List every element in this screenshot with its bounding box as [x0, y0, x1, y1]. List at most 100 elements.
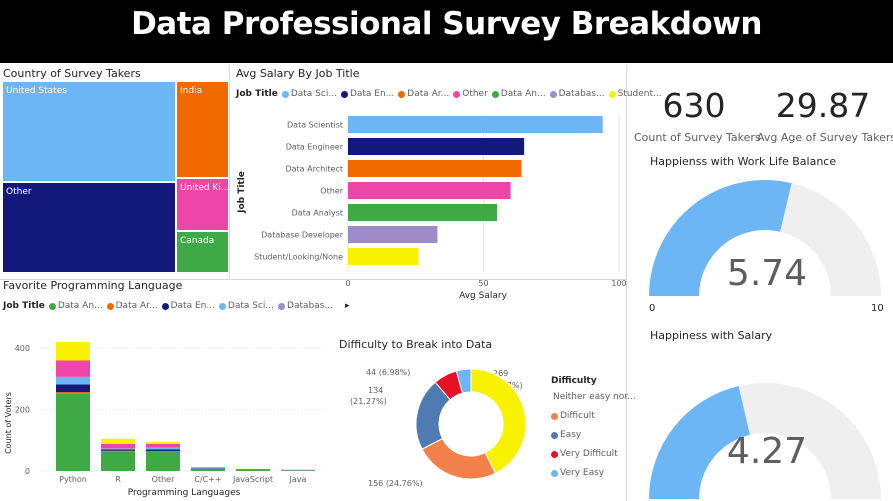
bar-segment[interactable]: [236, 468, 270, 470]
x-tick-label: C/C++: [194, 475, 221, 484]
legend-dot-icon: [551, 431, 558, 439]
y-tick-label: 0: [25, 467, 30, 476]
bar-segment[interactable]: [56, 376, 90, 378]
y-tick-label: Data Architect: [285, 165, 343, 174]
treemap-title: Country of Survey Takers: [3, 67, 141, 80]
legend-label: Very Difficult: [560, 449, 618, 459]
legend-dot-icon: [340, 90, 348, 98]
legend-item[interactable]: Data An...: [491, 89, 546, 99]
bar-segment[interactable]: [146, 447, 180, 450]
bar-segment[interactable]: [191, 467, 225, 468]
gauge-salary-title: Happiness with Salary: [650, 329, 773, 342]
legend-item[interactable]: Data Sci...: [218, 301, 275, 311]
legend-item[interactable]: Data Ar...: [398, 89, 449, 99]
treemap-label: Other: [6, 187, 32, 197]
legend-item[interactable]: Databas...: [278, 301, 333, 311]
legend-label: Difficult: [560, 411, 595, 421]
donut-label-difficult: 156 (24.76%): [368, 479, 423, 488]
work-life-balance-gauge[interactable]: 5.74 0 10: [640, 170, 890, 320]
bar-segment[interactable]: [281, 469, 315, 471]
bar-segment[interactable]: [146, 451, 180, 452]
legend-item[interactable]: Data An...: [48, 301, 103, 311]
treemap-cell-united-kingdom[interactable]: United Ki...: [176, 178, 229, 231]
treemap-cell-other[interactable]: Other: [2, 182, 176, 273]
bar[interactable]: [348, 248, 419, 265]
bar-segment[interactable]: [191, 467, 225, 469]
treemap-cell-india[interactable]: India: [176, 81, 229, 178]
bar-segment[interactable]: [191, 468, 225, 471]
salary-bar-chart[interactable]: Job Title Avg Salary 0 50 100 Data Scientis…: [232, 104, 626, 304]
y-tick-label: Database Developer: [261, 231, 344, 240]
bar[interactable]: [348, 116, 603, 133]
bar[interactable]: [348, 204, 498, 221]
treemap-label: United Ki...: [180, 183, 230, 193]
bar[interactable]: [348, 182, 511, 199]
legend-scroll-arrow-icon[interactable]: ▸: [345, 301, 350, 311]
difficulty-legend: Difficulty Neither easy nor... Difficult…: [551, 376, 636, 478]
legend-item[interactable]: Very Easy: [551, 468, 626, 478]
bar[interactable]: [348, 138, 525, 155]
legend-label: Data Sci...: [227, 301, 275, 311]
language-stacked-bar-chart[interactable]: Count of Voters Programming Languages 0 2…: [0, 335, 330, 501]
legend-dot-icon: [551, 412, 558, 420]
gauge-work-life-title: Happienss with Work Life Balance: [650, 155, 837, 168]
legend-item[interactable]: Difficult: [551, 411, 626, 421]
bar-segment[interactable]: [101, 449, 135, 451]
bar-segment[interactable]: [146, 449, 180, 452]
bar-segment[interactable]: [146, 441, 180, 444]
bar-segment[interactable]: [146, 443, 180, 448]
language-chart-title: Favorite Programming Language: [3, 279, 183, 292]
legend-dot-icon: [491, 90, 499, 98]
bar-segment[interactable]: [101, 448, 135, 449]
bar-segment[interactable]: [56, 342, 90, 361]
legend-label: Data Ar...: [115, 301, 158, 311]
legend-item[interactable]: Easy: [551, 430, 626, 440]
legend-item[interactable]: Databas...: [549, 89, 605, 99]
divider: [626, 65, 627, 501]
report-title: Data Professional Survey Breakdown: [131, 6, 762, 42]
bar-segment[interactable]: [56, 393, 90, 471]
treemap-cell-united-states[interactable]: United States: [2, 81, 176, 182]
legend-item[interactable]: Other: [453, 89, 488, 99]
kpi-count-label: Count of Survey Takers: [634, 131, 761, 144]
legend-item[interactable]: Data En...: [340, 89, 395, 99]
bar-segment[interactable]: [56, 377, 90, 385]
legend-label: Data An...: [500, 89, 546, 99]
donut-label-very-difficult: 44 (6.98%): [366, 368, 410, 377]
x-tick-label: 50: [478, 279, 488, 288]
bar-segment[interactable]: [146, 451, 180, 471]
bar-segment[interactable]: [101, 438, 135, 444]
treemap-cell-canada[interactable]: Canada: [176, 231, 229, 273]
legend-item[interactable]: Data Ar...: [106, 301, 158, 311]
y-tick-label: Data Analyst: [292, 209, 343, 218]
y-tick-label: Student/Looking/None: [254, 253, 343, 262]
bar-segment[interactable]: [56, 360, 90, 377]
legend-dot-icon: [218, 302, 226, 310]
bar-segment[interactable]: [101, 451, 135, 471]
bar-segment[interactable]: [56, 384, 90, 393]
bar-segment[interactable]: [101, 443, 135, 449]
bar[interactable]: [348, 160, 522, 177]
bar-segment[interactable]: [146, 447, 180, 448]
x-tick-label: 100: [611, 279, 626, 288]
legend-title: Difficulty: [551, 376, 597, 386]
bar-segment[interactable]: [101, 450, 135, 452]
legend-label: Data En...: [349, 89, 395, 99]
legend-item[interactable]: Very Difficult: [551, 449, 626, 459]
legend-dot-icon: [398, 90, 406, 98]
legend-item[interactable]: Data Sci...: [281, 89, 337, 99]
legend-item[interactable]: Data En...: [161, 301, 215, 311]
donut-slice[interactable]: [421, 437, 497, 480]
salary-happiness-gauge[interactable]: 4.27: [640, 346, 890, 501]
donut-label-easy-count: 134: [368, 386, 383, 395]
salary-chart-title: Avg Salary By Job Title: [236, 67, 360, 80]
country-treemap[interactable]: United States Other India United Ki... C…: [2, 81, 229, 273]
legend-dot-icon: [549, 90, 557, 98]
legend-item[interactable]: Neither easy nor...: [551, 392, 636, 402]
donut-chart-title: Difficulty to Break into Data: [339, 338, 493, 351]
legend-label: Other: [462, 89, 488, 99]
bar-segment[interactable]: [56, 392, 90, 394]
legend-title: Job Title: [3, 301, 45, 311]
bar[interactable]: [348, 226, 438, 243]
legend-title: Job Title: [236, 89, 278, 99]
